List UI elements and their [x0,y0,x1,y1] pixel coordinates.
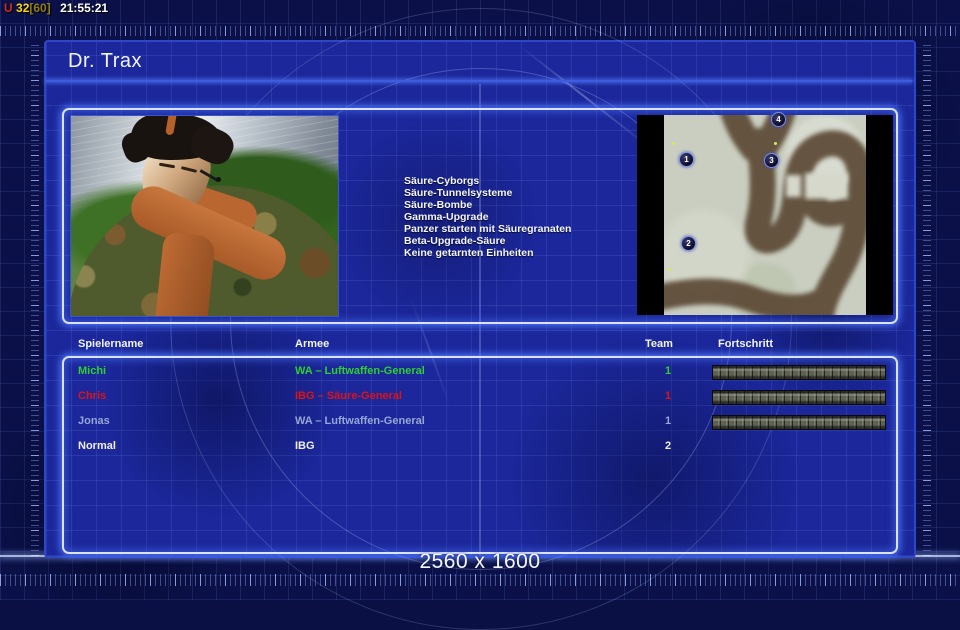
player-army: WA – Luftwaffen-General [295,365,425,377]
player-rows: Michi WA – Luftwaffen-General 1 Chris IBG – … [64,358,896,550]
progress-bar-fill [713,391,885,404]
ability-item: Panzer starten mit Säuregranaten [404,223,634,235]
start-position-marker: 3 [764,153,779,168]
player-team: 1 [644,390,692,402]
clock: 21:55:21 [60,1,108,15]
start-position-marker: 1 [679,152,694,167]
ability-item: Gamma-Upgrade [404,211,634,223]
ability-item: Säure-Tunnelsysteme [404,187,634,199]
header-fortschritt: Fortschritt [718,338,773,350]
portrait-headset-mic [216,177,221,182]
ability-item: Beta-Upgrade-Säure [404,235,634,247]
table-row: Normal IBG 2 [64,434,896,459]
map-dot [672,142,675,145]
debug-overlay: U 32[60] 21:55:21 [4,1,108,15]
page-title: Dr. Trax [68,50,142,73]
header-spielername: Spielername [78,338,143,350]
player-name: Chris [78,390,106,402]
start-position-marker: 2 [681,236,696,251]
portrait-scarf [154,232,216,317]
table-header: Spielername Armee Team Fortschritt [64,338,896,354]
progress-bar-fill [713,366,885,379]
player-name: Normal [78,440,116,452]
start-position-marker: 4 [771,112,786,127]
ability-item: Keine getarnten Einheiten [404,247,634,259]
ability-item: Säure-Cyborgs [404,175,634,187]
ruler-left [31,44,39,556]
player-army: IBG [295,440,315,452]
player-team: 1 [644,415,692,427]
table-row: Michi WA – Luftwaffen-General 1 [64,359,896,384]
abilities-list: Säure-CyborgsSäure-TunnelsystemeSäure-Bo… [404,175,634,259]
resolution-label: 2560 x 1600 [0,550,960,574]
player-team: 1 [644,365,692,377]
table-row: Chris IBG – Säure-General 1 [64,384,896,409]
player-name: Michi [78,365,106,377]
table-row: Jonas WA – Luftwaffen-General 1 [64,409,896,434]
map-dot [774,142,777,145]
progress-bar [712,390,886,405]
player-army: IBG – Säure-General [295,390,402,402]
ruler-right [923,44,931,556]
ability-item: Säure-Bombe [404,199,634,211]
minimap: 4 1 3 2 [637,115,893,315]
player-team: 2 [644,440,692,452]
minimap-terrain [664,115,866,315]
title-separator [46,80,912,82]
player-name: Jonas [78,415,110,427]
fps-counter: 32 [16,1,29,15]
header-armee: Armee [295,338,329,350]
general-portrait [70,115,339,317]
map-dot [669,268,672,271]
debug-flag: U [4,1,13,15]
progress-bar-fill [713,416,885,429]
header-team: Team [635,338,683,350]
progress-bar [712,415,886,430]
fps-cap: [60] [29,1,50,15]
progress-bar [712,365,886,380]
player-army: WA – Luftwaffen-General [295,415,425,427]
